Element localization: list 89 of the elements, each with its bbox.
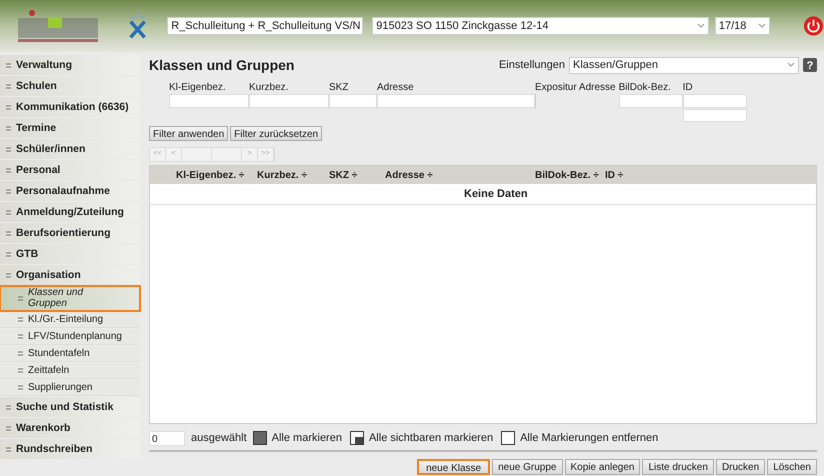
bullet-icon [6, 84, 11, 88]
settings-select[interactable]: Klassen/Gruppen [569, 56, 799, 74]
bullet-icon [18, 334, 23, 339]
caret-icon [696, 23, 705, 29]
sidebar-item[interactable]: Personal [0, 160, 140, 180]
bullet-icon [6, 188, 11, 194]
bullet-icon [18, 351, 23, 356]
filter-input[interactable] [682, 109, 747, 122]
column-header[interactable]: BilDok-Bez. ÷ [535, 168, 605, 182]
help-icon[interactable]: ? [803, 58, 817, 72]
bullet-icon [6, 126, 11, 130]
filter-input[interactable] [682, 94, 747, 108]
filter-label: ID [682, 81, 694, 94]
action-button[interactable]: neue Gruppe [492, 459, 562, 475]
action-button[interactable]: Liste drucken [642, 459, 714, 475]
empty-message: Keine Daten [150, 184, 816, 205]
caret-icon [787, 62, 795, 68]
sidebar-item[interactable]: Personalaufnahme [0, 181, 140, 201]
sidebar-subitem[interactable]: Stundentafeln [0, 346, 140, 362]
column-header[interactable]: Kl-Eigenbez. ÷ [176, 168, 257, 182]
caret-icon [758, 23, 766, 29]
sidebar-item[interactable]: Kommunikation (6636) [0, 97, 140, 117]
bullet-icon [18, 385, 23, 390]
sidebar-item[interactable]: Schüler/innen [0, 139, 140, 159]
action-button[interactable]: neue Klasse [417, 459, 490, 475]
bullet-icon [18, 296, 23, 300]
filter-label: Expositur Adresse [535, 81, 617, 94]
bullet-icon [6, 62, 11, 68]
filter-button[interactable]: Filter zurücksetzen [230, 126, 322, 141]
school-select[interactable]: 915023 SO 1150 Zinckgasse 12-14 [372, 17, 709, 35]
bullet-icon [6, 426, 11, 430]
sidebar-item[interactable]: Berufsorientierung [0, 223, 140, 243]
filter-label: Kurzbez. [249, 81, 290, 94]
column-header[interactable]: Adresse ÷ [385, 168, 535, 182]
sidebar-item[interactable]: Organisation [0, 265, 140, 285]
bullet-icon [6, 104, 11, 110]
sidebar-item[interactable]: Schulen [0, 76, 140, 96]
sidebar-subitem[interactable]: Kl./Gr.-Einteilung [0, 312, 140, 328]
role-select[interactable]: R_Schulleitung + R_Schulleitung VS/N [167, 17, 364, 35]
select-action[interactable]: Alle sichtbaren markieren [368, 430, 494, 446]
sidebar-subitem[interactable]: Zeittafeln [0, 363, 140, 379]
filter-input[interactable] [249, 94, 329, 108]
column-header[interactable]: ID ÷ [605, 168, 655, 182]
filter-button[interactable]: Filter anwenden [149, 126, 228, 141]
sidebar-item[interactable]: Termine [0, 118, 140, 138]
bullet-icon [6, 210, 11, 214]
column-header[interactable]: SKZ ÷ [329, 168, 385, 182]
bullet-icon [6, 168, 11, 172]
count-label: ausgewählt [191, 430, 247, 446]
settings-label: Einstellungen [498, 58, 565, 73]
filter-input[interactable] [377, 94, 535, 108]
filter-label: SKZ [329, 81, 350, 94]
sidebar-subitem[interactable]: Supplierungen [0, 380, 140, 396]
page-title: Klassen und Gruppen [149, 56, 294, 75]
filter-label: Kl-Eigenbez. [169, 81, 227, 94]
sidebar-subitem[interactable]: LFV/Stundenplanung [0, 329, 140, 345]
bullet-icon [18, 368, 23, 373]
action-button[interactable]: Löschen [767, 459, 817, 475]
bullet-icon [6, 252, 11, 256]
bullet-icon [6, 272, 11, 278]
sidebar-item[interactable]: Rundschreiben [0, 439, 140, 459]
bullet-icon [6, 446, 11, 452]
bullet-icon [18, 317, 23, 322]
sidebar-subitem[interactable]: Klassen und Gruppen [0, 286, 140, 311]
filter-label: BilDok-Bez. [618, 81, 672, 94]
select-action[interactable]: Alle markieren [272, 430, 342, 446]
bullet-icon [6, 230, 11, 236]
sidebar-item[interactable]: Warenkorb [0, 418, 140, 438]
sidebar-item[interactable]: Suche und Statistik [0, 397, 140, 417]
filter-input[interactable] [618, 94, 683, 108]
figure-icon [128, 11, 148, 41]
checkbox-empty-icon[interactable] [501, 431, 516, 445]
column-header[interactable]: Kurzbez. ÷ [257, 168, 329, 182]
count-field: 0 [149, 430, 185, 446]
bullet-icon [6, 146, 11, 152]
checkbox-filled-icon[interactable] [252, 431, 267, 445]
filter-input[interactable] [329, 94, 377, 108]
bullet-icon [6, 404, 11, 410]
sidebar-item[interactable]: Verwaltung [0, 55, 140, 75]
filter-label: Adresse [377, 81, 415, 94]
sidebar-item[interactable]: GTB [0, 244, 140, 264]
action-button[interactable]: Kopie anlegen [564, 459, 640, 475]
sidebar-item[interactable]: Anmeldung/Zuteilung [0, 202, 140, 222]
year-select[interactable]: 17/18 [714, 17, 770, 35]
select-action[interactable]: Alle Markierungen entfernen [520, 430, 658, 446]
filter-input[interactable] [169, 94, 249, 108]
action-button[interactable]: Drucken [716, 459, 766, 475]
power-icon[interactable] [803, 14, 824, 38]
checkbox-partial-icon[interactable] [350, 431, 364, 445]
